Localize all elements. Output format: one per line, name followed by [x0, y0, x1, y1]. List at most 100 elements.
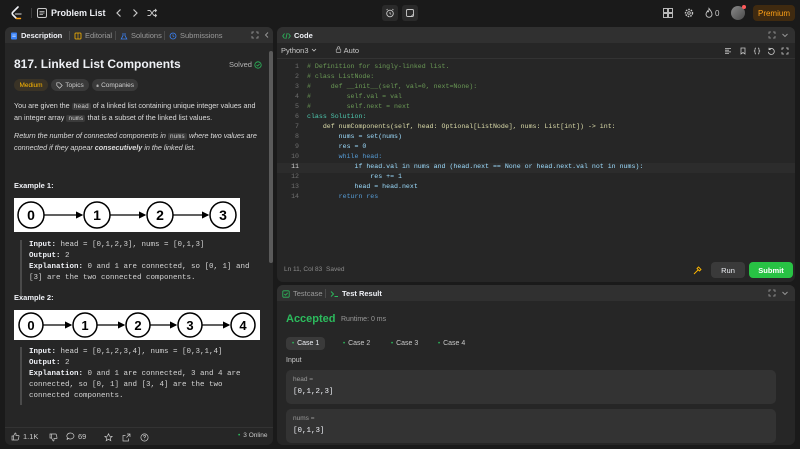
case-tab-2[interactable]: • Case 2 — [337, 337, 376, 350]
layout-icon[interactable] — [662, 7, 674, 19]
example1-node-label: 1 — [93, 207, 101, 223]
line-number: 8 — [295, 133, 299, 140]
tab-testcase[interactable]: Testcase — [282, 289, 323, 298]
description-scrollbar[interactable] — [269, 51, 273, 263]
line-number: 9 — [295, 143, 299, 150]
example2-explanation: connected components. — [29, 392, 124, 400]
auto-label: Auto — [343, 46, 360, 55]
problem-list-link[interactable]: Problem List — [51, 8, 106, 18]
description-footer: 1.1K 69 • 3 Online — [5, 427, 273, 445]
problem-title: 817. Linked List Components — [14, 57, 181, 71]
code-line: 8 nums = set(nums) — [277, 133, 795, 143]
code-text: res += 1 — [307, 173, 402, 180]
collapse-icon[interactable] — [781, 289, 789, 297]
topics-chip[interactable]: Topics — [51, 79, 89, 91]
case-label: Case 2 — [348, 340, 371, 347]
code-editor[interactable]: 1 # Definition for singly-linked list. 2 #… — [277, 63, 795, 263]
run-button[interactable]: Run — [711, 262, 745, 278]
save-status: Saved — [326, 266, 345, 273]
case-tab-4[interactable]: • Case 4 — [432, 337, 471, 350]
example1-node-label: 0 — [27, 207, 35, 223]
line-number: 13 — [291, 183, 299, 190]
case-tab-1[interactable]: • Case 1 — [286, 337, 326, 350]
comment-icon — [66, 432, 75, 441]
example2-explanation: connected, so [0, 1] and [3, 4] are the … — [29, 381, 223, 389]
thumbs-down-icon[interactable] — [49, 433, 58, 442]
fire-icon[interactable] — [703, 7, 715, 19]
difficulty-badge[interactable]: Medium — [14, 79, 48, 91]
expand-icon[interactable] — [781, 47, 789, 55]
code-text: # class ListNode: — [307, 73, 375, 80]
nums-input-box: nums = [0,1,3] — [286, 409, 776, 443]
example2-input: head = [0,1,2,3,4], nums = [0,3,1,4] — [60, 348, 223, 356]
line-number: 11 — [291, 163, 299, 170]
comment-count: 69 — [78, 432, 87, 441]
code-line: 2 # class ListNode: — [277, 73, 795, 83]
line-number: 3 — [295, 83, 299, 90]
case-tab-3[interactable]: • Case 3 — [385, 337, 424, 350]
code-line: 4 # self.val = val — [277, 93, 795, 103]
example1-explanation: 0 and 1 are connected, so [0, 1] and — [87, 263, 250, 271]
companies-label: Companies — [101, 81, 134, 89]
next-problem-icon[interactable] — [129, 7, 141, 19]
tab-description[interactable]: Description — [10, 31, 62, 40]
code-line: 7 def numComponents(self, head: Optional… — [277, 123, 795, 133]
help-icon[interactable] — [140, 433, 149, 442]
result-tabs: Testcase Test Result — [277, 285, 795, 301]
share-icon[interactable] — [122, 433, 131, 442]
like-button[interactable]: 1.1K — [11, 432, 38, 441]
shuffle-icon[interactable] — [146, 7, 158, 19]
code-line: 10 while head: — [277, 153, 795, 163]
tab-editorial[interactable]: Editorial — [74, 31, 112, 40]
maximize-icon[interactable] — [251, 31, 259, 39]
collapse-icon[interactable] — [781, 31, 789, 39]
statement-text: that is a subset of the linked list valu… — [85, 113, 213, 122]
logo-icon[interactable] — [10, 6, 24, 20]
notes-button[interactable] — [402, 5, 418, 21]
runtime: Runtime: 0 ms — [341, 316, 387, 323]
solved-label: Solved — [229, 60, 252, 69]
language-select[interactable]: Python3 — [281, 46, 317, 55]
auto-mode-toggle[interactable]: Auto — [335, 46, 359, 55]
pass-dot: • — [438, 340, 441, 347]
chevron-left-icon[interactable] — [263, 31, 271, 39]
online-count: • 3 Online — [238, 432, 268, 439]
online-dot: • — [238, 432, 241, 439]
tab-code[interactable]: Code — [282, 31, 313, 40]
description-panel: Description Editorial Solutions Submissi… — [5, 27, 273, 445]
format-icon[interactable] — [724, 47, 732, 55]
maximize-icon[interactable] — [768, 289, 776, 297]
code-text: if head.val in nums and (head.next == No… — [307, 163, 644, 170]
submit-button[interactable]: Submit — [749, 262, 793, 278]
example1-io: Input: head = [0,1,2,3], nums = [0,1,3] … — [20, 240, 262, 298]
problem-list-icon[interactable] — [37, 8, 47, 18]
code-text: while head: — [307, 153, 383, 160]
gear-icon[interactable] — [683, 7, 695, 19]
output-label: Output: — [29, 252, 61, 260]
prev-problem-icon[interactable] — [113, 7, 125, 19]
bookmark-icon[interactable] — [739, 47, 747, 55]
comments-button[interactable]: 69 — [66, 432, 86, 441]
example1-node-label: 2 — [156, 207, 164, 223]
head-label: head = — [293, 376, 314, 383]
pass-dot: • — [343, 340, 346, 347]
reset-icon[interactable] — [767, 47, 775, 55]
braces-icon[interactable] — [753, 47, 761, 55]
problem-statement: You are given the head of a linked list … — [14, 100, 262, 124]
tab-submissions[interactable]: Submissions — [169, 31, 223, 40]
example2-title: Example 2: — [14, 293, 54, 302]
code-text: res = 0 — [307, 143, 367, 150]
tab-solutions[interactable]: Solutions — [120, 31, 162, 40]
tab-solutions-label: Solutions — [131, 31, 162, 40]
companies-chip[interactable]: Companies — [92, 79, 138, 91]
star-icon[interactable] — [104, 433, 113, 442]
history-icon — [169, 32, 177, 39]
tab-separator — [69, 31, 70, 40]
line-number: 4 — [295, 93, 299, 100]
tab-test-result[interactable]: Test Result — [330, 289, 382, 298]
timer-button[interactable] — [382, 5, 398, 21]
premium-button[interactable]: Premium — [753, 5, 795, 21]
maximize-icon[interactable] — [768, 31, 776, 39]
example2-explanation: 0 and 1 are connected, 3 and 4 are — [87, 370, 241, 378]
debug-icon[interactable] — [693, 266, 702, 275]
